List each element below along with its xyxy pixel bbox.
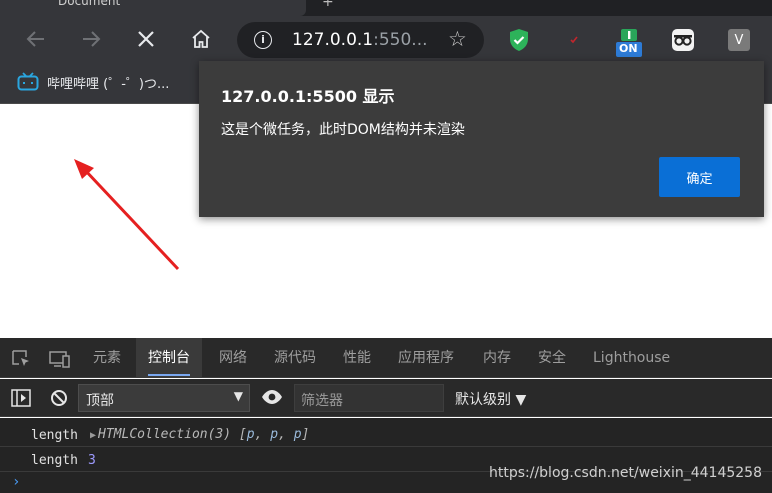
filter-placeholder: 筛选器	[301, 393, 343, 409]
watermark: https://blog.csdn.net/weixin_44145258	[488, 465, 762, 481]
tab-title: Document	[58, 0, 121, 8]
log-level-dropdown[interactable]: 默认级别 ▼	[455, 389, 526, 409]
forward-button[interactable]	[76, 24, 106, 54]
console-toolbar: 顶部 ▼ 筛选器 默认级别 ▼	[0, 379, 772, 417]
tab-lighthouse[interactable]: Lighthouse	[593, 338, 670, 378]
url-text[interactable]: 127.0.0.1:550...	[292, 30, 428, 50]
bookmark-star-icon[interactable]: ☆	[448, 27, 467, 51]
annotation-arrow-icon	[74, 159, 180, 271]
log-collection-value[interactable]: ▶ HTMLCollection(3) [p, p, p]	[90, 427, 309, 442]
context-selector[interactable]: 顶部 ▼	[78, 384, 250, 412]
glasses-extension-button[interactable]	[671, 28, 695, 52]
log-key: length	[31, 453, 78, 468]
log-number-value: 3	[88, 453, 96, 468]
back-arrow-icon	[26, 31, 44, 47]
bookmark-bilibili[interactable]: 哔哩哔哩 (゜-゜)つ...	[17, 72, 169, 92]
back-button[interactable]	[21, 24, 51, 54]
devtools-tab-bar: 元素 控制台 网络 源代码 性能 应用程序 内存 安全 Lighthouse	[0, 338, 772, 378]
shield-icon	[510, 29, 528, 51]
expand-triangle-icon: ▶	[90, 430, 97, 441]
v-extension-label: V	[734, 32, 744, 48]
v-extension-button[interactable]: V	[728, 29, 750, 51]
log-key: length	[31, 428, 78, 443]
tab-elements[interactable]: 元素	[93, 338, 121, 378]
console-log-row: length ▶ HTMLCollection(3) [p, p, p]	[0, 422, 772, 447]
console-prompt-icon[interactable]: ›	[12, 474, 20, 490]
forward-arrow-icon	[83, 31, 101, 47]
home-button[interactable]	[186, 24, 216, 54]
site-info-icon[interactable]: i	[254, 31, 272, 49]
bilibili-tv-icon	[17, 72, 39, 91]
on-extension-button[interactable]: ON	[616, 29, 642, 57]
sidebar-toggle-icon[interactable]	[11, 389, 31, 407]
close-icon	[138, 31, 154, 47]
new-tab-button[interactable]: +	[322, 0, 334, 10]
tab-application[interactable]: 应用程序	[398, 338, 454, 378]
red-mark-extension-button[interactable]	[562, 28, 586, 52]
address-bar[interactable]: i 127.0.0.1:550... ☆	[237, 22, 484, 58]
tab-console[interactable]: 控制台	[136, 338, 202, 378]
glasses-icon	[672, 29, 694, 51]
dialog-message: 这是个微任务，此时DOM结构并未渲染	[221, 122, 465, 138]
browser-tab[interactable]: Document	[0, 0, 306, 16]
stop-button[interactable]	[131, 24, 161, 54]
dialog-ok-button[interactable]: 确定	[659, 157, 740, 197]
caret-down-icon: ▼	[233, 389, 243, 403]
tab-network[interactable]: 网络	[219, 338, 247, 378]
alert-dialog: 127.0.0.1:5500 显示 这是个微任务，此时DOM结构并未渲染 确定	[199, 61, 764, 217]
eye-icon[interactable]	[261, 389, 283, 407]
on-badge-label: ON	[619, 42, 638, 55]
device-toolbar-icon[interactable]	[49, 350, 70, 368]
inspect-element-icon[interactable]	[12, 350, 32, 368]
clear-console-icon[interactable]	[50, 389, 70, 407]
bookmark-label: 哔哩哔哩 (゜-゜)つ...	[47, 76, 170, 92]
tab-sources[interactable]: 源代码	[274, 338, 316, 378]
console-output: length ▶ HTMLCollection(3) [p, p, p] leng…	[0, 418, 772, 493]
home-icon	[192, 29, 210, 48]
tab-memory[interactable]: 内存	[483, 338, 511, 378]
tab-performance[interactable]: 性能	[343, 338, 371, 378]
context-value: 顶部	[86, 393, 114, 409]
checkmark-icon	[570, 36, 578, 44]
shield-extension-button[interactable]	[507, 28, 531, 52]
dialog-title: 127.0.0.1:5500 显示	[221, 87, 395, 106]
filter-input[interactable]: 筛选器	[294, 384, 444, 412]
tab-security[interactable]: 安全	[538, 338, 566, 378]
tab-strip: Document +	[0, 0, 772, 16]
